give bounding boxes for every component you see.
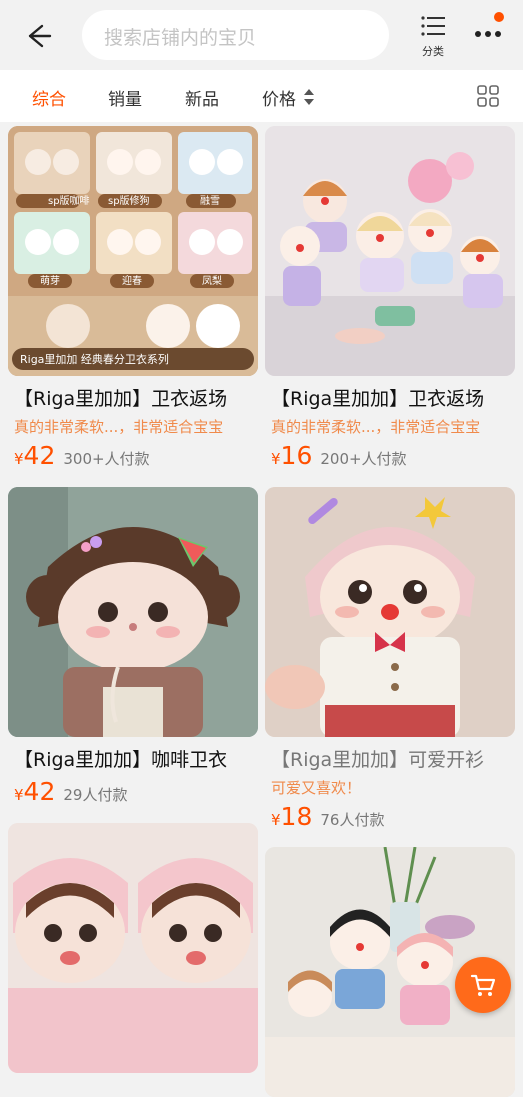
label-coffee: sp版咖啡 xyxy=(48,194,90,207)
product-title[interactable]: 【Riga里加加】咖啡卫衣 xyxy=(14,745,258,772)
product-card[interactable]: 【Riga里加加】咖啡卫衣 ¥42 29人付款 xyxy=(8,487,258,817)
more-dots-icon[interactable] xyxy=(470,10,510,50)
product-image[interactable] xyxy=(8,823,258,1073)
label-dog: sp版修狗 xyxy=(108,194,150,207)
cart-icon xyxy=(470,974,496,996)
currency-symbol: ¥ xyxy=(271,811,281,829)
product-price: ¥18 76人付款 xyxy=(271,802,384,831)
image-banner-text: Riga里加加 经典春分卫衣系列 xyxy=(20,352,169,366)
sold-count: 76人付款 xyxy=(320,811,385,829)
product-image[interactable] xyxy=(265,487,515,737)
product-image[interactable] xyxy=(8,487,258,737)
price-value: 42 xyxy=(23,777,56,806)
sold-count: 300+人付款 xyxy=(63,450,150,468)
notification-dot xyxy=(494,12,504,22)
price-value: 42 xyxy=(23,441,56,470)
product-card[interactable]: 【Riga里加加】可爱开衫 可爱又喜欢！ ¥18 76人付款 xyxy=(265,487,515,837)
tab-sales[interactable]: 销量 xyxy=(108,85,142,110)
sold-count: 200+人付款 xyxy=(320,450,407,468)
tab-price[interactable]: 价格 xyxy=(262,85,296,110)
price-value: 16 xyxy=(280,441,313,470)
product-card[interactable]: 【Riga里加加】卫衣返场 真的非常柔软...，非常适合宝宝 ¥16 200+人付… xyxy=(265,126,515,476)
tab-comprehensive[interactable]: 综合 xyxy=(32,85,66,110)
search-placeholder: 搜索店铺内的宝贝 xyxy=(104,27,257,49)
sort-arrows-icon xyxy=(304,89,314,105)
back-arrow-icon[interactable] xyxy=(20,18,56,54)
product-title[interactable]: 【Riga里加加】卫衣返场 xyxy=(271,384,515,411)
product-desc: 真的非常柔软...，非常适合宝宝 xyxy=(271,418,481,436)
category-label: 分类 xyxy=(422,45,444,58)
category-list-icon xyxy=(421,16,445,36)
sold-count: 29人付款 xyxy=(63,786,128,804)
search-input[interactable]: 搜索店铺内的宝贝 xyxy=(82,10,389,60)
product-desc: 可爱又喜欢！ xyxy=(271,779,362,797)
product-price: ¥16 200+人付款 xyxy=(271,441,407,470)
label-snow: 融雪 xyxy=(200,195,220,207)
currency-symbol: ¥ xyxy=(271,450,281,468)
category-button[interactable]: 分类 xyxy=(413,10,453,60)
currency-symbol: ¥ xyxy=(14,786,24,804)
cart-button[interactable] xyxy=(455,957,511,1013)
product-price: ¥42 29人付款 xyxy=(14,777,127,806)
label-pineapple: 凤梨 xyxy=(202,274,222,287)
tab-new[interactable]: 新品 xyxy=(185,85,219,110)
label-spring: 迎春 xyxy=(122,275,142,287)
product-price: ¥42 300+人付款 xyxy=(14,441,150,470)
product-title[interactable]: 【Riga里加加】卫衣返场 xyxy=(14,384,258,411)
price-value: 18 xyxy=(280,802,313,831)
top-bar: 搜索店铺内的宝贝 分类 xyxy=(0,0,523,70)
product-card[interactable]: sp版咖啡 sp版修狗 融雪 萌芽 迎春 凤梨 Riga里加加 经典春分卫衣系列… xyxy=(8,126,258,476)
sort-tabs: 综合 销量 新品 价格 xyxy=(0,70,523,122)
label-sprout: 萌芽 xyxy=(40,274,60,287)
grid-layout-icon[interactable] xyxy=(476,84,500,108)
product-image[interactable] xyxy=(265,126,515,376)
product-desc: 真的非常柔软...，非常适合宝宝 xyxy=(14,418,224,436)
currency-symbol: ¥ xyxy=(14,450,24,468)
product-image[interactable]: sp版咖啡 sp版修狗 融雪 萌芽 迎春 凤梨 Riga里加加 经典春分卫衣系列 xyxy=(8,126,258,376)
product-title[interactable]: 【Riga里加加】可爱开衫 xyxy=(271,745,515,772)
product-card[interactable] xyxy=(8,823,258,1073)
